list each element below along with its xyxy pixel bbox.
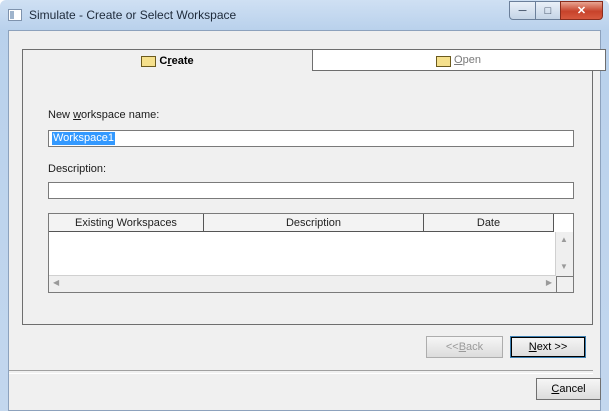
workspace-name-input[interactable]: Workspace1 xyxy=(48,130,574,147)
close-icon: ✕ xyxy=(576,5,587,17)
separator xyxy=(9,370,593,374)
tab-create-label: Create xyxy=(159,54,194,67)
existing-workspaces-list[interactable]: Existing Workspaces Description Date ▲ ▼… xyxy=(48,213,574,293)
horizontal-scrollbar[interactable]: ◀ ▶ xyxy=(49,275,556,292)
maximize-button[interactable]: □ xyxy=(535,1,561,20)
column-header-description[interactable]: Description xyxy=(204,214,424,232)
maximize-icon: □ xyxy=(544,4,552,17)
description-label: Description: xyxy=(48,163,107,175)
description-input[interactable] xyxy=(48,182,574,199)
scroll-right-icon[interactable]: ▶ xyxy=(546,278,552,287)
workspace-name-value: Workspace1 xyxy=(52,132,115,145)
minimize-icon: ─ xyxy=(518,4,527,17)
scroll-down-icon[interactable]: ▼ xyxy=(560,262,568,271)
open-folder-icon xyxy=(436,55,452,67)
vertical-scrollbar[interactable]: ▲ ▼ xyxy=(555,232,573,276)
column-header-existing-workspaces[interactable]: Existing Workspaces xyxy=(49,214,204,232)
close-button[interactable]: ✕ xyxy=(560,1,603,20)
scrollbar-corner xyxy=(556,276,573,292)
minimize-button[interactable]: ─ xyxy=(509,1,536,20)
back-button[interactable]: << Back xyxy=(426,336,503,358)
column-header-date[interactable]: Date xyxy=(424,214,554,232)
tab-create[interactable]: Create xyxy=(22,49,313,71)
folder-icon xyxy=(141,56,157,67)
next-button[interactable]: Next >> xyxy=(510,336,586,358)
window-title: Simulate - Create or Select Workspace xyxy=(29,8,237,22)
list-header: Existing Workspaces Description Date xyxy=(49,214,554,232)
title-bar[interactable]: Simulate - Create or Select Workspace ─ … xyxy=(0,0,609,30)
scroll-left-icon[interactable]: ◀ xyxy=(53,278,59,287)
tab-open-label: Open xyxy=(454,54,481,66)
app-icon xyxy=(8,9,22,21)
tab-open[interactable]: Open xyxy=(304,49,606,71)
cancel-button[interactable]: Cancel xyxy=(536,378,601,400)
workspace-name-label: New workspace name: xyxy=(48,109,160,121)
scroll-up-icon[interactable]: ▲ xyxy=(560,235,568,244)
